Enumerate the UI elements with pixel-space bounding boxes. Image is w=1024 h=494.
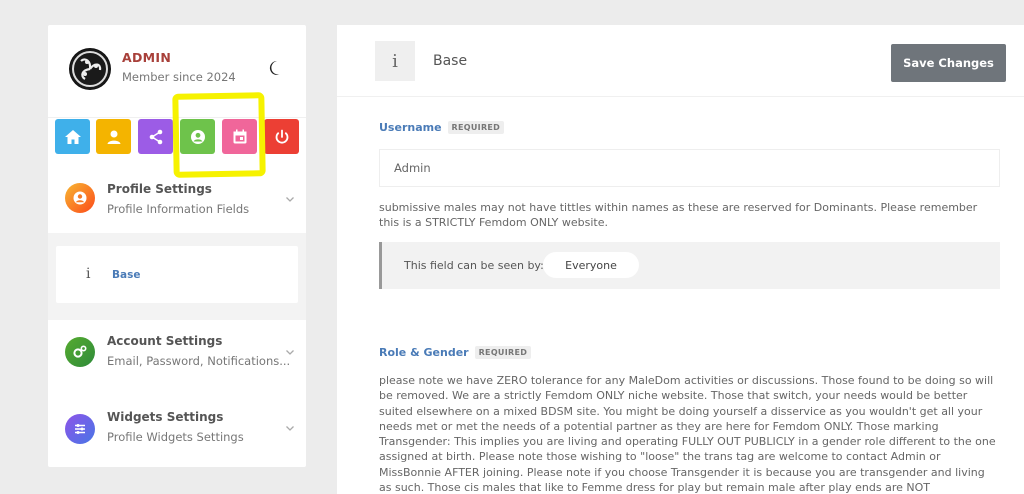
username-description: submissive males may not have tittles wi… (379, 201, 978, 230)
share-button[interactable] (138, 119, 173, 154)
profile-settings-subtitle: Profile Information Fields (107, 202, 250, 216)
chevron-down-icon[interactable] (285, 194, 295, 204)
chevron-down-icon[interactable] (285, 423, 295, 433)
widgets-settings-subtitle: Profile Widgets Settings (107, 430, 244, 444)
account-settings-subtitle: Email, Password, Notifications... (107, 354, 291, 368)
widgets-settings-title: Widgets Settings (107, 410, 224, 424)
sidebar-item-label: Base (112, 269, 141, 281)
home-button[interactable] (55, 119, 90, 154)
profile-settings-submenu: i Base (48, 233, 306, 320)
page-title: Base (433, 53, 468, 69)
share-icon (149, 129, 162, 144)
visibility-select[interactable]: Everyone (543, 252, 639, 278)
role-gender-description: please note we have ZERO tolerance for a… (379, 374, 996, 494)
save-changes-button[interactable]: Save Changes (891, 44, 1006, 82)
highlight-annotation (172, 92, 266, 178)
home-icon (64, 129, 81, 144)
power-icon (275, 129, 288, 144)
account-settings-title: Account Settings (107, 334, 223, 348)
profile-settings-title: Profile Settings (107, 182, 212, 196)
profile-button[interactable] (96, 119, 131, 154)
user-name[interactable]: ADMIN (122, 50, 171, 65)
moon-icon[interactable] (266, 58, 286, 78)
username-input[interactable] (379, 149, 1000, 187)
info-icon: i (375, 41, 415, 81)
logout-button[interactable] (264, 119, 299, 154)
profile-settings-icon (65, 183, 95, 213)
username-label-text: Username (379, 121, 442, 134)
triskele-avatar-icon (70, 49, 110, 89)
role-gender-label-text: Role & Gender (379, 346, 469, 359)
visibility-label: This field can be seen by: (404, 259, 544, 272)
chevron-down-icon[interactable] (285, 347, 295, 357)
profile-icon (107, 130, 120, 144)
account-settings-icon (65, 337, 95, 367)
sidebar-section-widgets-settings[interactable]: Widgets Settings Profile Widgets Setting… (48, 400, 306, 460)
settings-sidebar: ADMIN Member since 2024 Profile Settings… (48, 25, 306, 467)
required-badge: REQUIRED (474, 346, 532, 359)
sidebar-section-profile-settings[interactable]: Profile Settings Profile Information Fie… (48, 170, 306, 230)
username-label: Username REQUIRED (379, 121, 505, 134)
main-header: i Base Save Changes (337, 25, 1024, 97)
info-icon: i (86, 266, 91, 282)
role-gender-label: Role & Gender REQUIRED (379, 346, 532, 359)
sidebar-section-account-settings[interactable]: Account Settings Email, Password, Notifi… (48, 325, 306, 385)
main-panel: i Base Save Changes Username REQUIRED sub… (337, 25, 1024, 494)
widgets-settings-icon (65, 414, 95, 444)
member-since: Member since 2024 (122, 70, 236, 84)
visibility-row: This field can be seen by: Everyone (379, 242, 1000, 289)
sidebar-item-base[interactable]: i Base (56, 246, 298, 303)
required-badge: REQUIRED (447, 121, 505, 134)
avatar[interactable] (69, 48, 111, 90)
